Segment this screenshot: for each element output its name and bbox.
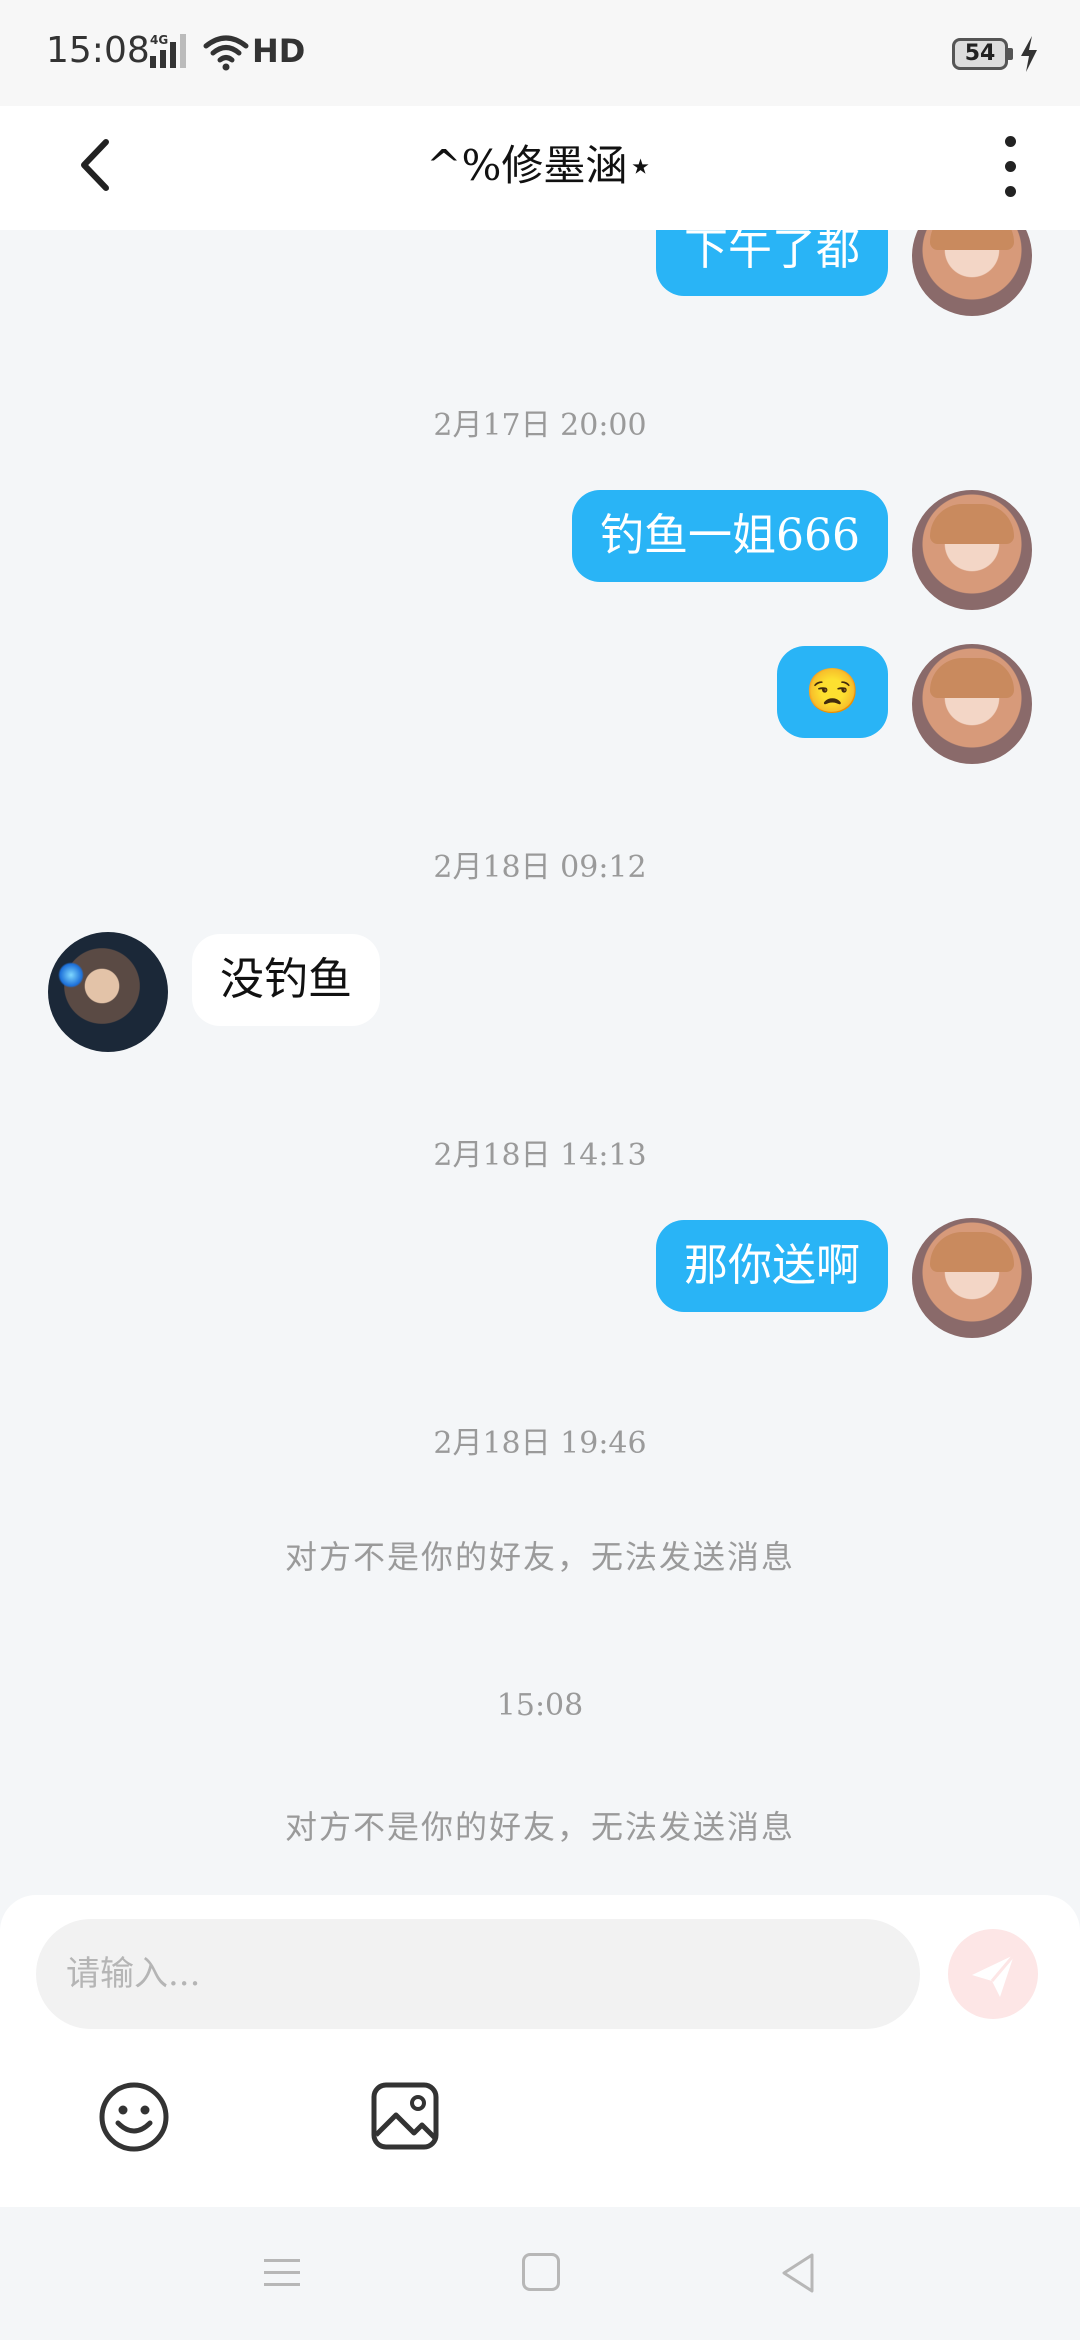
message-bubble-outgoing[interactable]: 那你送啊	[656, 1220, 888, 1312]
message-composer	[0, 1895, 1080, 2207]
nav-menu-icon[interactable]	[262, 2253, 302, 2293]
message-timestamp: 15:08	[496, 1688, 584, 1723]
hd-label: HD	[252, 32, 306, 70]
message-bubble-outgoing[interactable]: 钓鱼一姐666	[572, 490, 888, 582]
nav-back-icon[interactable]	[778, 2251, 818, 2295]
emoji-icon[interactable]	[98, 2081, 170, 2153]
system-navigation-bar	[0, 2207, 1080, 2340]
chat-header: ^%修墨涵⋆	[0, 106, 1080, 230]
send-button[interactable]	[948, 1929, 1038, 2019]
my-avatar[interactable]	[912, 644, 1032, 764]
chat-title: ^%修墨涵⋆	[426, 141, 654, 190]
my-avatar[interactable]	[912, 230, 1032, 316]
chat-message-list[interactable]: 下午了都 2月17日 20:00 钓鱼一姐666 😒 2月18日 09:12 没…	[0, 230, 1080, 1895]
charging-icon	[1021, 36, 1037, 72]
image-icon[interactable]	[370, 2081, 440, 2151]
message-timestamp: 2月18日 14:13	[433, 1138, 647, 1173]
battery-icon: 54	[952, 38, 1008, 70]
status-bar: 15:08 4G HD 54	[0, 0, 1080, 106]
message-input[interactable]	[36, 1919, 920, 2029]
my-avatar[interactable]	[912, 1218, 1032, 1338]
contact-avatar[interactable]	[48, 932, 168, 1052]
message-timestamp: 2月18日 19:46	[433, 1426, 647, 1461]
send-icon	[972, 1954, 1016, 1997]
more-vertical-icon[interactable]	[990, 122, 1030, 212]
message-bubble-outgoing[interactable]: 😒	[777, 646, 888, 738]
nav-home-icon[interactable]	[522, 2253, 560, 2291]
wifi-icon	[203, 35, 249, 71]
my-avatar[interactable]	[912, 490, 1032, 610]
message-bubble-incoming[interactable]: 没钓鱼	[192, 934, 380, 1026]
message-bubble-outgoing[interactable]: 下午了都	[656, 230, 888, 296]
back-arrow-icon[interactable]	[60, 120, 140, 210]
message-timestamp: 2月18日 09:12	[433, 850, 647, 885]
network-type: 4G	[150, 33, 168, 47]
cellular-signal-icon: 4G	[150, 33, 186, 68]
system-notice: 对方不是你的好友，无法发送消息	[284, 1808, 795, 1846]
status-time: 15:08	[46, 30, 150, 71]
message-timestamp: 2月17日 20:00	[433, 408, 647, 443]
system-notice: 对方不是你的好友，无法发送消息	[284, 1538, 795, 1576]
battery-tip	[1008, 48, 1013, 60]
